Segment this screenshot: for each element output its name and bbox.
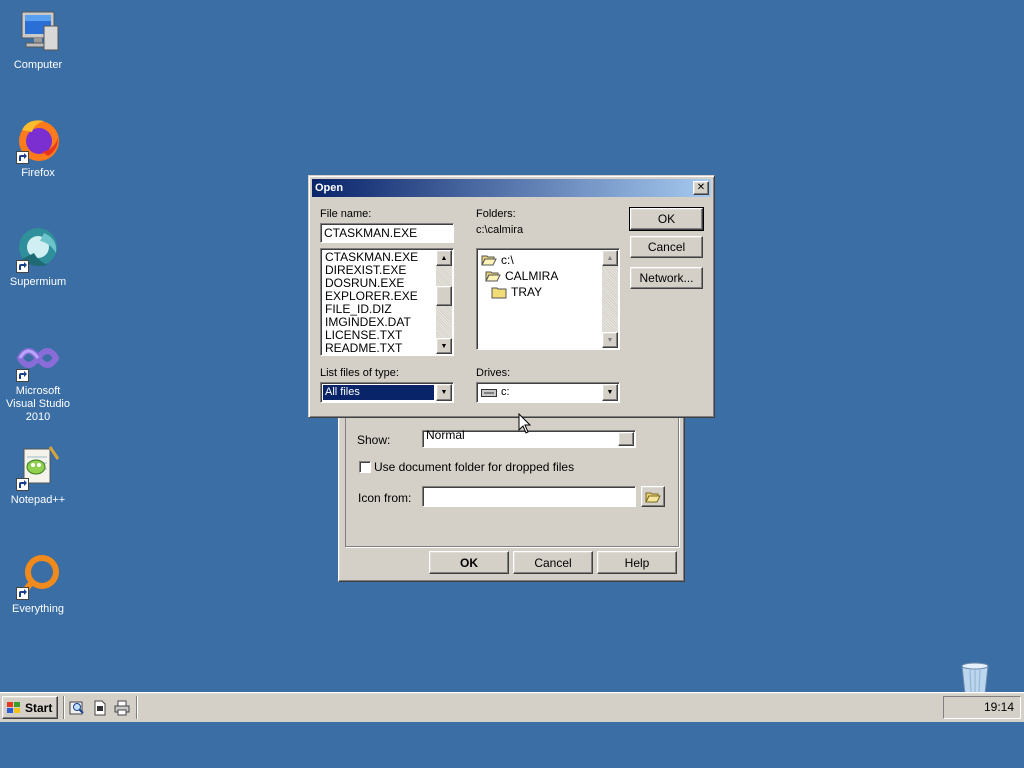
firefox-icon [14,116,62,164]
shortcut-arrow-icon [16,478,29,491]
desktop-icon-visual-studio[interactable]: Microsoft Visual Studio 2010 [0,334,76,424]
shortcut-arrow-icon [16,587,29,600]
file-name-label: File name: [320,208,372,220]
ok-button[interactable]: OK [429,551,509,574]
open-folder-icon [645,492,661,502]
everything-icon [14,552,62,600]
folders-label: Folders: [476,208,516,220]
clock[interactable]: 19:14 [984,700,1014,714]
start-label: Start [25,700,53,715]
show-label: Show: [357,433,391,447]
chevron-down-icon[interactable]: ▼ [602,384,618,401]
visual-studio-icon [14,334,62,382]
shortcut-arrow-icon [16,260,29,273]
desktop-bottom-strip [0,722,1024,768]
close-icon: ✕ [696,182,706,193]
browse-icon-button[interactable] [641,486,665,507]
taskbar-separator [63,696,65,719]
mouse-pointer-icon [518,413,532,434]
cancel-button[interactable]: Cancel [630,236,703,258]
folder-item[interactable]: c:\ [481,252,514,268]
folder-item[interactable]: TRAY [491,284,542,300]
show-dropdown-button[interactable] [618,432,634,446]
scroll-down-button[interactable]: ▼ [602,332,618,348]
desktop-icon-label: Firefox [21,167,55,179]
list-type-label: List files of type: [320,367,399,379]
file-list-scrollbar[interactable]: ▲ ▼ [436,250,452,354]
folder-icon [491,287,507,299]
system-tray: 19:14 [943,696,1021,719]
cancel-button[interactable]: Cancel [513,551,593,574]
current-folder-path: c:\calmira [476,224,524,236]
document-icon[interactable] [91,699,109,717]
icon-from-input[interactable] [422,486,636,507]
shortcut-arrow-icon [16,151,29,164]
recycle-bin-icon[interactable] [956,660,994,696]
use-doc-folder-label[interactable]: Use document folder for dropped files [374,460,574,474]
use-doc-folder-checkbox[interactable] [359,461,371,473]
scroll-up-button[interactable]: ▲ [436,250,452,266]
scroll-up-button[interactable]: ▲ [602,250,618,266]
desktop-icon-supermium[interactable]: Supermium [0,225,76,289]
help-button[interactable]: Help [597,551,677,574]
chevron-down-icon[interactable]: ▼ [436,384,452,401]
start-button[interactable]: Start [2,696,58,719]
open-dialog-titlebar[interactable]: Open ✕ [312,179,711,197]
drives-value: c: [501,386,510,398]
desktop-icon-label: Everything [12,603,64,615]
desktop-icon-notepadpp[interactable]: Notepad++ [0,443,76,507]
taskbar-separator [136,696,138,719]
taskbar: Start 19:14 [0,692,1024,722]
windows-logo-icon [7,701,20,713]
open-file-dialog: Open ✕ File name: CTASKMAN.EXE CTASKMAN.… [308,175,715,418]
drive-icon [481,388,497,397]
desktop-icon-label: Supermium [9,276,67,288]
file-list-item[interactable]: README.TXT [325,342,435,355]
scroll-down-button[interactable]: ▼ [436,338,452,354]
folder-tree-scrollbar[interactable]: ▲ ▼ [602,250,618,348]
supermium-icon [14,225,62,273]
file-name-input[interactable]: CTASKMAN.EXE [320,223,454,243]
file-list[interactable]: CTASKMAN.EXE DIREXIST.EXE DOSRUN.EXE EXPLOR… [320,248,454,356]
drives-select[interactable]: c: ▼ [476,382,620,403]
desktop-icon-label: Notepad++ [10,494,66,506]
network-button[interactable]: Network... [630,267,703,289]
close-button[interactable]: ✕ [693,181,709,195]
open-folder-icon [485,271,501,282]
computer-icon [14,8,62,56]
file-type-select[interactable]: All files ▼ [320,382,454,403]
notepadpp-icon [14,443,62,491]
scroll-thumb[interactable] [436,286,452,306]
folder-tree[interactable]: c:\ CALMIRA TRAY ▲ ▼ [476,248,620,350]
open-folder-icon [481,255,497,266]
open-dialog-title: Open [315,182,344,194]
ok-button[interactable]: OK [629,207,704,231]
drives-label: Drives: [476,367,511,379]
icon-from-label: Icon from: [358,491,412,505]
file-type-value: All files [323,385,434,400]
desktop-icon-everything[interactable]: Everything [0,552,76,616]
desktop-icon-label: Computer [13,59,63,71]
search-files-icon[interactable] [68,699,86,717]
folder-item[interactable]: CALMIRA [485,268,558,284]
shortcut-arrow-icon [16,369,29,382]
desktop-icon-computer[interactable]: Computer [0,8,76,72]
desktop-icon-firefox[interactable]: Firefox [0,116,76,180]
printer-icon[interactable] [113,699,131,717]
properties-dialog: Show: Normal Use document folder for dro… [338,412,685,582]
desktop-icon-label: Microsoft Visual Studio 2010 [5,385,70,423]
